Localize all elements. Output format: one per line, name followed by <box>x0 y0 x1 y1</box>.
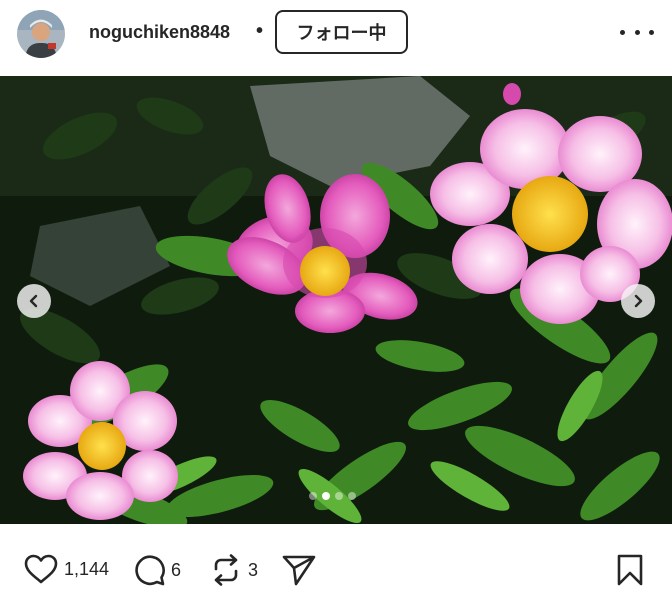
more-dot <box>649 29 654 35</box>
repost-icon <box>214 554 238 586</box>
carousel-dot-active <box>322 492 330 500</box>
save-button[interactable] <box>616 554 644 591</box>
post-header: noguchiken8848 • フォロー中 <box>0 0 672 76</box>
more-options-icon[interactable] <box>620 20 654 44</box>
share-action[interactable] <box>282 554 316 586</box>
more-dot <box>620 29 625 35</box>
following-button[interactable]: フォロー中 <box>275 10 408 54</box>
username[interactable]: noguchiken8848 <box>89 22 230 43</box>
more-dot <box>634 29 640 35</box>
like-count: 1,144 <box>64 558 110 579</box>
chevron-left-icon <box>29 294 38 308</box>
like-action[interactable]: 1,144 <box>24 554 109 584</box>
carousel-dot <box>335 492 343 500</box>
post-photo[interactable] <box>0 76 672 524</box>
carousel-indicator <box>309 492 356 500</box>
next-slide-button[interactable] <box>621 284 655 318</box>
heart-icon <box>24 554 58 584</box>
comment-count: 6 <box>171 559 182 580</box>
separator-dot: • <box>256 20 264 42</box>
bookmark-icon <box>617 554 643 586</box>
comment-icon <box>135 555 165 586</box>
repost-count: 3 <box>248 559 259 580</box>
carousel-dot <box>309 492 317 500</box>
peony-photo <box>0 76 672 524</box>
carousel-dot <box>348 492 356 500</box>
avatar[interactable] <box>17 10 65 58</box>
action-bar: 1,144 6 3 <box>0 524 672 592</box>
paper-plane-icon <box>282 555 316 586</box>
comment-action[interactable]: 6 <box>133 554 181 586</box>
chevron-right-icon <box>634 294 643 308</box>
repost-action[interactable]: 3 <box>210 554 258 586</box>
previous-slide-button[interactable] <box>17 284 51 318</box>
